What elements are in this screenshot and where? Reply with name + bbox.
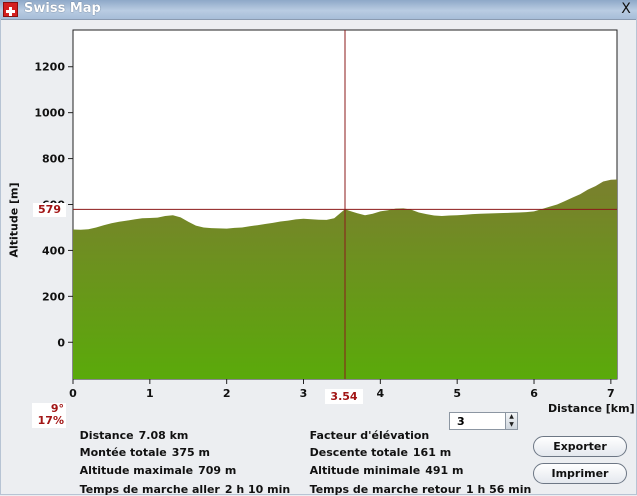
stat-time-back-value: 1 h 56 min [465, 483, 532, 496]
stat-time-back-label: Temps de marche retour [309, 483, 461, 496]
y-tick-label: 1200 [34, 61, 65, 74]
x-tick-label: 6 [530, 387, 538, 400]
spinner-up-icon[interactable]: ▲ [506, 413, 517, 421]
x-tick-label: 3 [300, 387, 308, 400]
x-tick-label: 5 [453, 387, 461, 400]
x-tick-label: 4 [377, 387, 385, 400]
stat-time-out-label: Temps de marche aller [79, 483, 220, 496]
export-button[interactable]: Exporter [533, 436, 627, 457]
x-tick-label: 0 [69, 387, 77, 400]
x-axis-label: Distance [km] [548, 402, 635, 415]
spinner-down-icon[interactable]: ▼ [506, 421, 517, 429]
y-tick-label: 800 [42, 153, 65, 166]
y-axis-label: Altitude [m] [7, 182, 21, 258]
elevation-profile-chart[interactable]: 02004006008001000120001234567 [0, 20, 637, 415]
window-title: Swiss Map [24, 1, 101, 16]
stat-time-out-value: 2 h 10 min [224, 483, 291, 496]
slope-readout: 9° 17% [32, 403, 66, 428]
stat-time-out: Temps de marche aller 2 h 10 min [72, 470, 291, 496]
elevation-factor-value: 3 [457, 415, 465, 428]
x-tick-label: 2 [223, 387, 231, 400]
y-tick-label: 0 [57, 336, 65, 349]
title-bar: Swiss Map X [0, 0, 637, 20]
y-axis-label-box: Altitude [m] [2, 180, 26, 260]
cursor-distance-readout: 3.54 [325, 389, 363, 404]
y-tick-label: 200 [42, 290, 65, 303]
elevation-factor-spinner[interactable]: 3 ▲ ▼ [449, 412, 518, 430]
y-tick-label: 1000 [34, 107, 65, 120]
x-tick-label: 7 [607, 387, 615, 400]
stat-time-back: Temps de marche retour 1 h 56 min [302, 470, 532, 496]
x-tick-label: 1 [146, 387, 154, 400]
cursor-altitude-readout: 579 [33, 203, 66, 217]
spinner-arrows[interactable]: ▲ ▼ [505, 413, 517, 429]
swiss-flag-icon [3, 2, 18, 17]
print-button[interactable]: Imprimer [533, 463, 627, 484]
y-tick-label: 400 [42, 244, 65, 257]
slope-percent: 17% [37, 414, 64, 427]
close-button[interactable]: X [618, 0, 634, 18]
